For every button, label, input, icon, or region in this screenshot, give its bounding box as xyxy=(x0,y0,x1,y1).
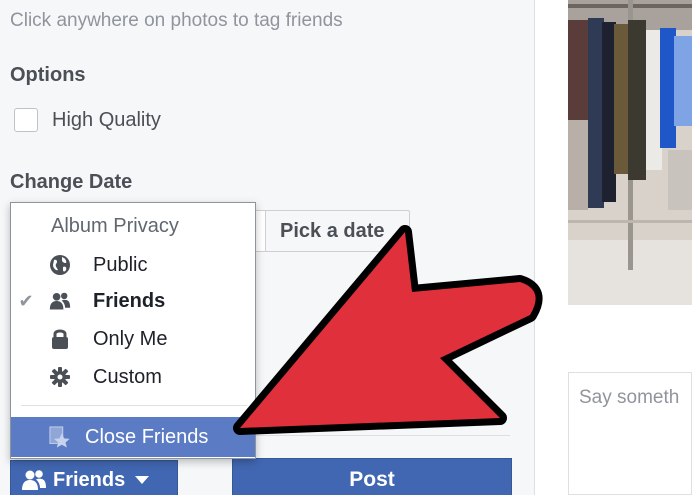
tag-hint: Click anywhere on photos to tag friends xyxy=(10,10,343,31)
menu-item-friends[interactable]: ✔ Friends xyxy=(11,283,255,319)
high-quality-checkbox[interactable] xyxy=(14,108,38,132)
checkmark-icon: ✔ xyxy=(18,290,34,311)
menu-separator xyxy=(21,405,247,406)
comment-placeholder: Say someth xyxy=(579,387,680,408)
menu-item-label: Public xyxy=(93,253,148,276)
menu-item-only-me[interactable]: Only Me xyxy=(11,321,255,357)
friends-icon xyxy=(49,290,71,312)
lock-icon xyxy=(49,328,71,350)
composer-panel: Click anywhere on photos to tag friends … xyxy=(0,0,534,495)
star-list-icon xyxy=(49,426,71,448)
high-quality-label: High Quality xyxy=(52,108,161,131)
friends-icon xyxy=(21,469,47,491)
pick-date-button[interactable]: Pick a date xyxy=(265,210,410,252)
menu-item-label: Close Friends xyxy=(85,425,209,448)
dropdown-header: Album Privacy xyxy=(51,215,179,237)
menu-item-label: Custom xyxy=(93,365,162,388)
privacy-selector-button[interactable]: Friends xyxy=(10,460,178,495)
chevron-down-icon xyxy=(135,476,150,484)
menu-item-close-friends[interactable]: Close Friends xyxy=(11,417,255,457)
menu-item-public[interactable]: Public xyxy=(11,247,255,283)
menu-item-label: Friends xyxy=(93,289,166,312)
options-title: Options xyxy=(10,64,86,86)
comment-input[interactable]: Say someth xyxy=(568,372,692,495)
high-quality-row[interactable]: High Quality xyxy=(14,108,161,132)
gear-icon xyxy=(49,366,71,388)
change-date-title: Change Date xyxy=(10,171,133,193)
privacy-button-label: Friends xyxy=(53,468,126,491)
uploaded-photo[interactable] xyxy=(568,0,692,305)
post-button[interactable]: Post xyxy=(232,458,512,495)
menu-item-custom[interactable]: Custom xyxy=(11,359,255,395)
menu-item-label: Only Me xyxy=(93,327,168,350)
privacy-dropdown-menu: Album Privacy Public ✔ Friends Only Me C… xyxy=(10,202,256,459)
globe-icon xyxy=(49,254,71,276)
